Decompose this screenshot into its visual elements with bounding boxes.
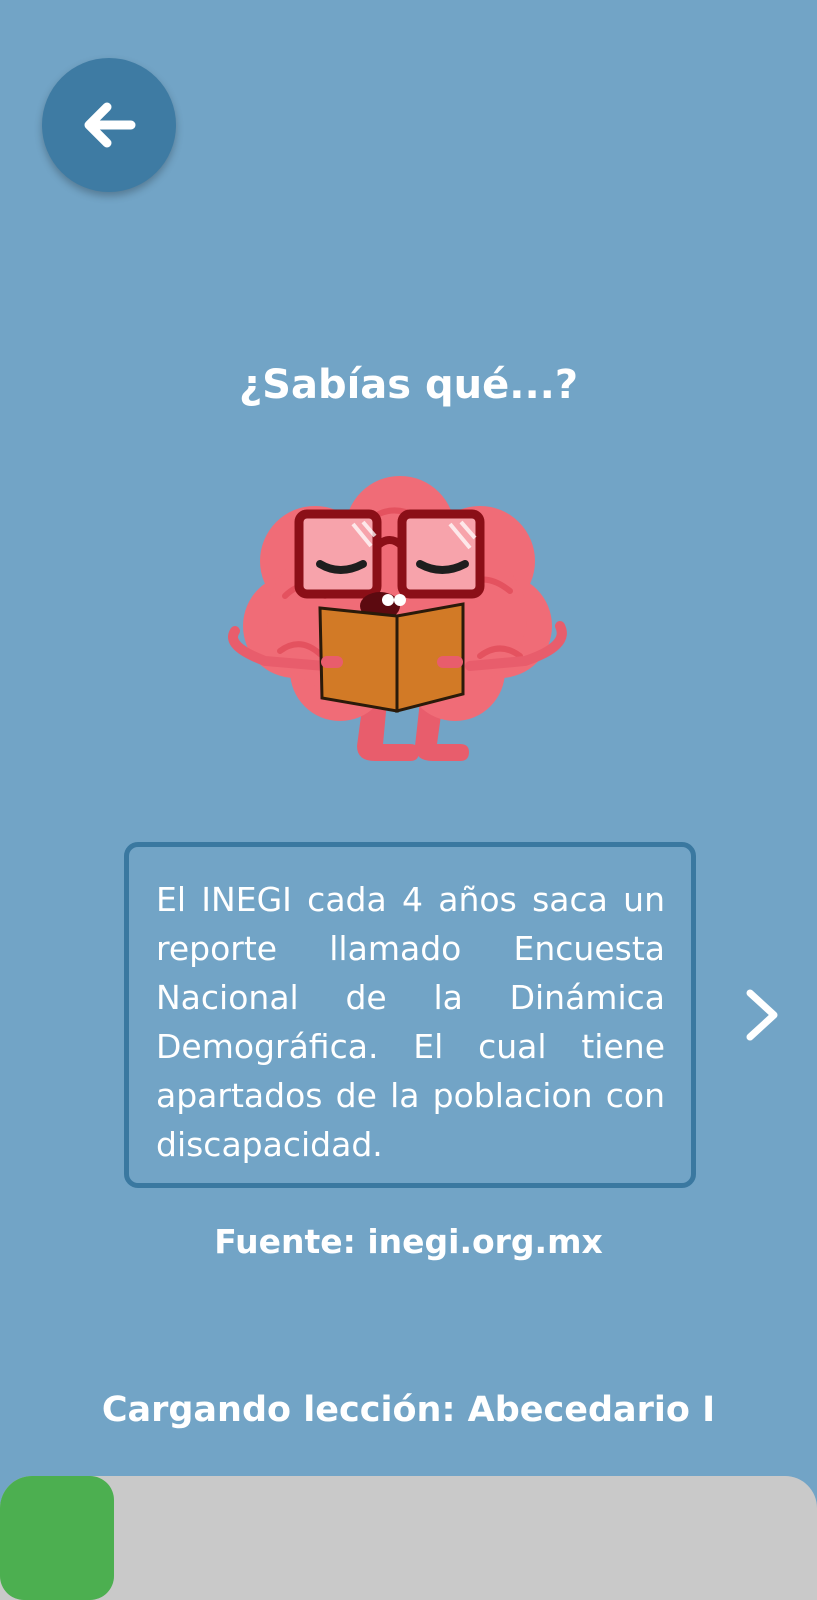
chevron-right-icon [746,989,778,1041]
fact-text: El INEGI cada 4 años saca un reporte lla… [156,880,665,1164]
arrow-left-icon [84,102,136,148]
back-button[interactable] [42,58,176,192]
page-title: ¿Sabías qué...? [238,362,579,408]
loading-label: Cargando lección: Abecedario I [101,1390,716,1430]
source-label: Fuente: inegi.org.mx [214,1222,603,1261]
next-button[interactable] [736,985,788,1045]
progress-bar [0,1476,817,1600]
brain-reading-book-icon [228,476,567,761]
fact-card: El INEGI cada 4 años saca un reporte lla… [124,842,696,1188]
progress-fill [0,1476,115,1600]
